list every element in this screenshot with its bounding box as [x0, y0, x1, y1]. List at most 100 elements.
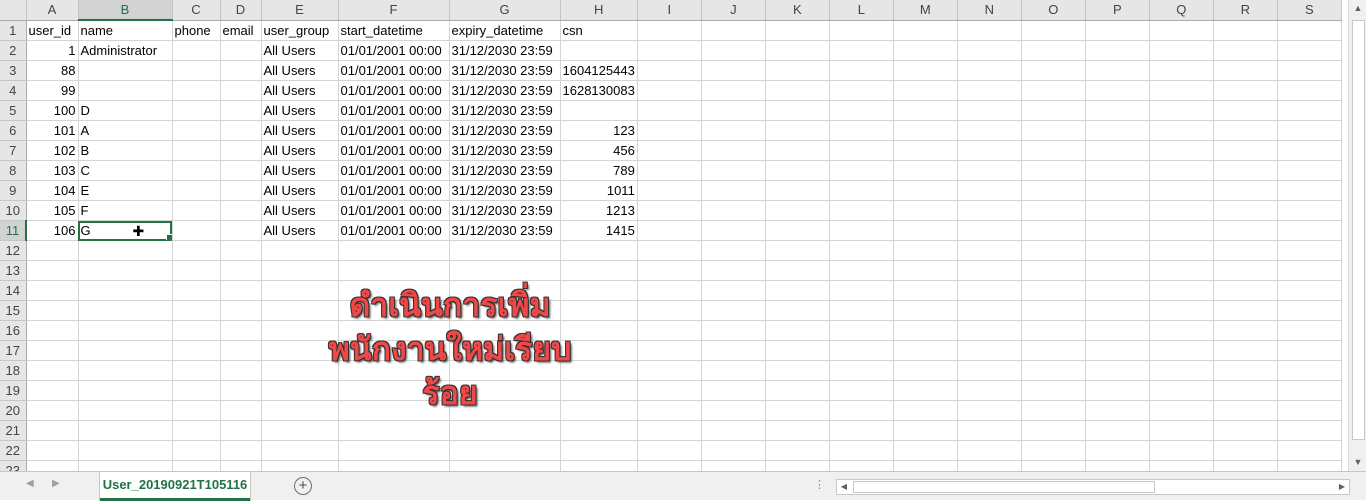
cell-c20[interactable] [172, 400, 221, 421]
cell-b12[interactable] [78, 240, 173, 261]
cell-g23[interactable] [449, 460, 561, 471]
cell-k1[interactable] [765, 20, 830, 41]
cell-r14[interactable] [1213, 280, 1278, 301]
select-all-corner[interactable] [0, 0, 27, 21]
cell-k4[interactable] [765, 80, 830, 101]
cell-f2[interactable]: 01/01/2001 00:00 [338, 40, 450, 61]
column-header-n[interactable]: N [957, 0, 1022, 21]
fill-handle[interactable] [165, 234, 171, 240]
cell-i23[interactable] [637, 460, 702, 471]
cell-h11[interactable]: 1415 [560, 220, 638, 241]
cell-e4[interactable]: All Users [261, 80, 339, 101]
cell-o8[interactable] [1021, 160, 1086, 181]
cell-p1[interactable] [1085, 20, 1150, 41]
row-header[interactable]: 6 [0, 120, 27, 141]
cell-n14[interactable] [957, 280, 1022, 301]
cell-p6[interactable] [1085, 120, 1150, 141]
cell-l20[interactable] [829, 400, 894, 421]
cell-s1[interactable] [1277, 20, 1342, 41]
cell-s8[interactable] [1277, 160, 1342, 181]
horizontal-scrollbar[interactable]: ◀ ▶ [836, 479, 1350, 495]
cell-j22[interactable] [701, 440, 766, 461]
cell-f13[interactable] [338, 260, 450, 281]
cell-f8[interactable]: 01/01/2001 00:00 [338, 160, 450, 181]
cell-j6[interactable] [701, 120, 766, 141]
cell-o6[interactable] [1021, 120, 1086, 141]
cell-i11[interactable] [637, 220, 702, 241]
cell-e2[interactable]: All Users [261, 40, 339, 61]
cell-l14[interactable] [829, 280, 894, 301]
vertical-scrollbar[interactable]: ▲ ▼ [1348, 0, 1366, 471]
cell-s10[interactable] [1277, 200, 1342, 221]
cell-k22[interactable] [765, 440, 830, 461]
row-header[interactable]: 9 [0, 180, 27, 201]
cell-c8[interactable] [172, 160, 221, 181]
cell-d17[interactable] [220, 340, 262, 361]
cell-a8[interactable]: 103 [26, 160, 79, 181]
cell-f1[interactable]: start_datetime [338, 20, 450, 41]
cell-k16[interactable] [765, 320, 830, 341]
cell-c10[interactable] [172, 200, 221, 221]
cell-n1[interactable] [957, 20, 1022, 41]
cell-r17[interactable] [1213, 340, 1278, 361]
scroll-up-arrow-icon[interactable]: ▲ [1349, 0, 1366, 17]
cell-d20[interactable] [220, 400, 262, 421]
cell-k11[interactable] [765, 220, 830, 241]
cell-a15[interactable] [26, 300, 79, 321]
cell-q21[interactable] [1149, 420, 1214, 441]
cell-q8[interactable] [1149, 160, 1214, 181]
cell-k14[interactable] [765, 280, 830, 301]
cell-s22[interactable] [1277, 440, 1342, 461]
cell-l9[interactable] [829, 180, 894, 201]
cell-h7[interactable]: 456 [560, 140, 638, 161]
cell-l13[interactable] [829, 260, 894, 281]
cell-k8[interactable] [765, 160, 830, 181]
cell-o9[interactable] [1021, 180, 1086, 201]
cell-i15[interactable] [637, 300, 702, 321]
cell-d10[interactable] [220, 200, 262, 221]
cell-p7[interactable] [1085, 140, 1150, 161]
cell-s13[interactable] [1277, 260, 1342, 281]
cell-a4[interactable]: 99 [26, 80, 79, 101]
cell-d22[interactable] [220, 440, 262, 461]
cell-k20[interactable] [765, 400, 830, 421]
cell-r23[interactable] [1213, 460, 1278, 471]
cell-e6[interactable]: All Users [261, 120, 339, 141]
cell-k6[interactable] [765, 120, 830, 141]
cell-h5[interactable] [560, 100, 638, 121]
cell-s23[interactable] [1277, 460, 1342, 471]
cell-k18[interactable] [765, 360, 830, 381]
cell-j23[interactable] [701, 460, 766, 471]
cell-q6[interactable] [1149, 120, 1214, 141]
column-header-b[interactable]: B [78, 0, 173, 21]
cell-g2[interactable]: 31/12/2030 23:59 [449, 40, 561, 61]
column-header-c[interactable]: C [172, 0, 221, 21]
cell-s21[interactable] [1277, 420, 1342, 441]
cell-j2[interactable] [701, 40, 766, 61]
cell-d3[interactable] [220, 60, 262, 81]
cell-o19[interactable] [1021, 380, 1086, 401]
cell-c17[interactable] [172, 340, 221, 361]
cell-h12[interactable] [560, 240, 638, 261]
cell-n8[interactable] [957, 160, 1022, 181]
cell-i14[interactable] [637, 280, 702, 301]
cell-l21[interactable] [829, 420, 894, 441]
cell-i21[interactable] [637, 420, 702, 441]
cell-d13[interactable] [220, 260, 262, 281]
cell-m14[interactable] [893, 280, 958, 301]
cell-l3[interactable] [829, 60, 894, 81]
cell-q1[interactable] [1149, 20, 1214, 41]
cell-e11[interactable]: All Users [261, 220, 339, 241]
cell-m22[interactable] [893, 440, 958, 461]
cell-p14[interactable] [1085, 280, 1150, 301]
column-header-s[interactable]: S [1277, 0, 1342, 21]
cell-b18[interactable] [78, 360, 173, 381]
cell-d11[interactable] [220, 220, 262, 241]
cell-o22[interactable] [1021, 440, 1086, 461]
cell-m21[interactable] [893, 420, 958, 441]
cell-i10[interactable] [637, 200, 702, 221]
cell-m7[interactable] [893, 140, 958, 161]
cell-k3[interactable] [765, 60, 830, 81]
cell-c21[interactable] [172, 420, 221, 441]
cell-g13[interactable] [449, 260, 561, 281]
